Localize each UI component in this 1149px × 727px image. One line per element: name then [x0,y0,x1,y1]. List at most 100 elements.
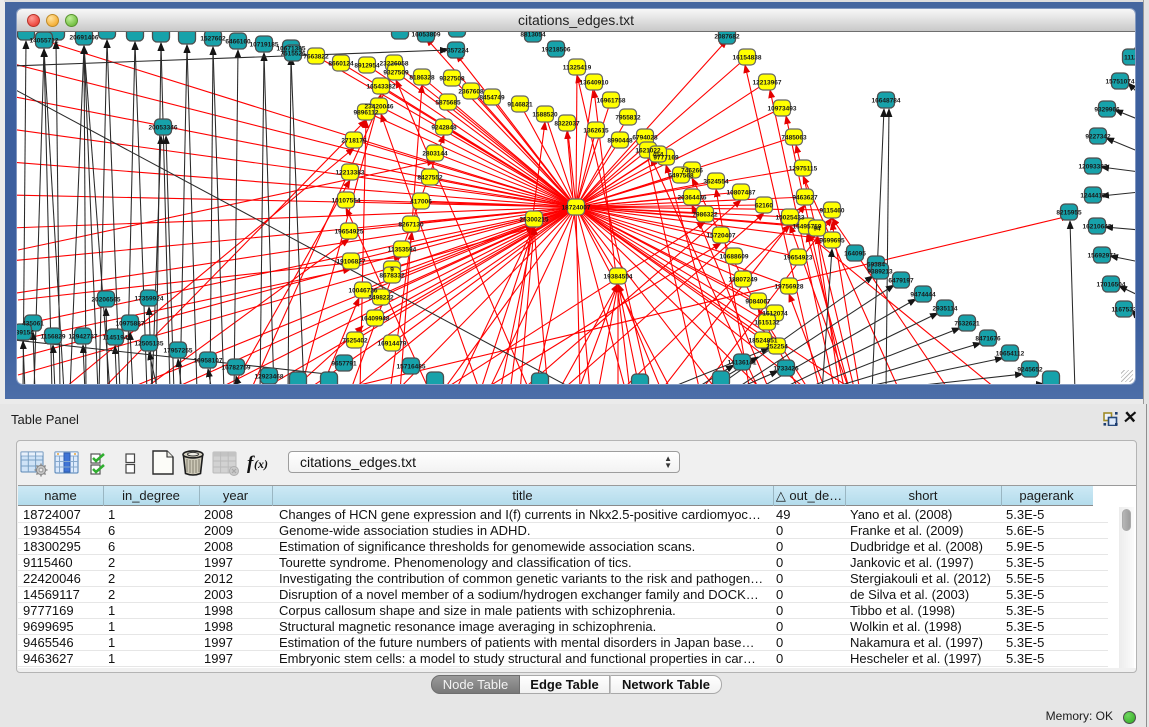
svg-text:5875685: 5875685 [435,100,461,107]
svg-text:15720407: 15720407 [707,233,736,240]
svg-text:10688609: 10688609 [720,254,749,261]
svg-text:7357224: 7357224 [443,48,469,55]
svg-text:10654112: 10654112 [996,351,1025,358]
svg-text:1156829: 1156829 [41,334,66,341]
svg-text:9242848: 9242848 [431,125,457,132]
svg-text:18724007: 18724007 [562,205,591,212]
svg-text:12093382: 12093382 [1079,164,1108,171]
svg-text:19384554: 19384554 [604,274,633,281]
svg-text:435061: 435061 [22,321,44,328]
svg-text:7515526: 7515526 [280,51,306,58]
svg-text:8471676: 8471676 [975,336,1001,343]
svg-text:454: 454 [653,152,664,159]
svg-text:20206565: 20206565 [92,297,121,304]
svg-text:11353594: 11353594 [388,247,417,254]
svg-text:1362615: 1362615 [583,128,609,135]
svg-text:9699695: 9699695 [819,238,845,245]
svg-text:7485063: 7485063 [781,135,807,142]
svg-text:20364436: 20364436 [678,195,707,202]
svg-text:7625402: 7625402 [342,338,368,345]
svg-text:19654923: 19654923 [784,255,813,262]
svg-text:9329966: 9329966 [1094,107,1120,114]
svg-text:8322037: 8322037 [554,121,580,128]
svg-text:8912954: 8912954 [354,63,380,70]
svg-text:16543382: 16543382 [367,84,396,91]
svg-text:16053809: 16053809 [412,32,441,39]
svg-text:8813054: 8813054 [520,32,546,39]
svg-text:19218506: 19218506 [542,47,571,54]
svg-text:1112: 1112 [1124,55,1135,62]
svg-text:9389213: 9389213 [867,269,893,276]
svg-text:2718176: 2718176 [341,138,367,145]
svg-text:9227342: 9227342 [1085,134,1111,141]
svg-text:9146821: 9146821 [507,102,533,109]
svg-text:8454749: 8454749 [479,95,505,102]
svg-text:9327508: 9327508 [439,76,465,83]
svg-text:9657791: 9657791 [331,361,357,368]
svg-text:252254: 252254 [766,344,788,351]
svg-text:7986322: 7986322 [692,212,718,219]
svg-text:2087682: 2087682 [714,34,740,41]
svg-text:17016504: 17016504 [1097,282,1126,289]
svg-text:939154: 939154 [17,330,34,337]
svg-text:6479197: 6479197 [888,278,914,285]
svg-text:16409948: 16409948 [361,316,390,323]
svg-text:9245652: 9245652 [1017,367,1043,374]
svg-text:16914479: 16914479 [378,341,407,348]
svg-text:9115460: 9115460 [820,208,845,215]
svg-text:19654925: 19654925 [335,229,364,236]
svg-text:94: 94 [813,226,821,233]
svg-text:12942737: 12942737 [69,334,98,341]
svg-text:18807249: 18807249 [729,277,758,284]
svg-text:11325419: 11325419 [563,65,592,72]
svg-text:14136141: 14136141 [728,360,757,367]
svg-text:9896112: 9896112 [354,110,379,117]
svg-text:10975887: 10975887 [116,321,145,328]
svg-text:1244415: 1244415 [1080,193,1106,200]
svg-text:12505135: 12505135 [135,341,164,348]
svg-text:10807487: 10807487 [727,190,756,197]
svg-text:16210643: 16210643 [1083,224,1112,231]
svg-text:15751074: 15751074 [1106,79,1135,86]
svg-text:9084067: 9084067 [745,299,771,306]
svg-text:1145194: 1145194 [103,335,128,342]
svg-text:3624554: 3624554 [703,179,729,186]
svg-text:12975115: 12975115 [789,166,818,173]
svg-text:12923468: 12923468 [255,374,284,381]
svg-text:417006: 417006 [410,199,432,206]
svg-text:10107554: 10107554 [332,198,361,205]
svg-text:16154838: 16154838 [733,55,762,62]
svg-text:14055712: 14055712 [30,38,59,45]
svg-text:9327509: 9327509 [383,70,409,77]
svg-text:1588520: 1588520 [532,112,558,119]
svg-text:25300215: 25300215 [520,217,549,224]
svg-text:62160: 62160 [755,203,773,210]
svg-text:20691406: 20691406 [70,35,99,42]
svg-text:10958107: 10958107 [194,358,223,365]
svg-text:8267130: 8267130 [398,222,424,229]
svg-text:13640910: 13640910 [580,80,609,87]
svg-text:1167533: 1167533 [1112,307,1135,314]
svg-text:2803144: 2803144 [422,151,448,158]
svg-text:2935114: 2935114 [933,306,958,313]
svg-text:16648784: 16648784 [872,98,901,105]
svg-text:8990448: 8990448 [607,138,633,145]
svg-text:7632621: 7632621 [954,321,980,328]
svg-text:6466160: 6466160 [225,39,251,46]
svg-text:8186328: 8186328 [409,75,435,82]
svg-text:23226058: 23226058 [380,61,409,68]
svg-text:9474444: 9474444 [910,292,936,299]
svg-text:17957255: 17957255 [164,348,193,355]
svg-text:8678332: 8678332 [379,273,405,280]
svg-text:8215955: 8215955 [1056,210,1082,217]
svg-text:17359924: 17359924 [135,296,164,303]
svg-text:15716485: 15716485 [397,364,426,371]
svg-text:12213967: 12213967 [753,80,782,87]
svg-text:19106827: 19106827 [337,259,366,266]
svg-text:12213383: 12213383 [336,170,365,177]
svg-text:164095: 164095 [844,251,866,258]
svg-text:3498222: 3498222 [368,295,394,302]
svg-text:9463627: 9463627 [792,195,818,202]
svg-text:8660124: 8660124 [328,61,354,68]
svg-text:59384: 59384 [867,262,885,269]
